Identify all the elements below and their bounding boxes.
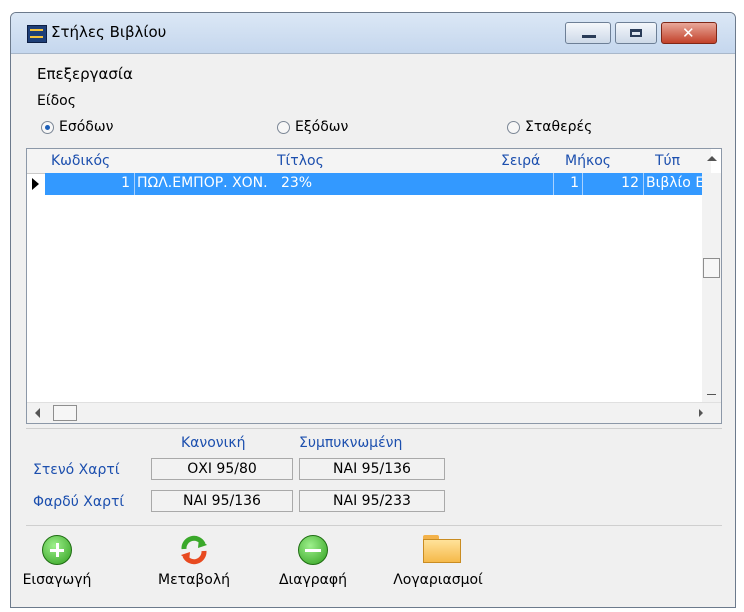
radio-income-label: Εσόδων — [59, 119, 114, 135]
modify-button[interactable]: Μεταβολή — [149, 535, 239, 588]
insert-button[interactable]: Εισαγωγή — [19, 535, 95, 588]
modify-label: Μεταβολή — [158, 572, 230, 588]
scroll-up-icon[interactable] — [707, 156, 717, 161]
type-group-label: Είδος — [37, 93, 76, 109]
close-icon: ✕ — [682, 24, 695, 42]
accounts-button[interactable]: Λογαριασμοί — [379, 535, 497, 588]
horizontal-scroll-thumb[interactable] — [53, 405, 77, 421]
minimize-button[interactable] — [565, 22, 611, 44]
column-header-code[interactable]: Κωδικός — [51, 153, 110, 169]
divider — [26, 428, 722, 429]
radio-fixed[interactable]: Σταθερές — [507, 119, 592, 135]
maximize-button[interactable] — [615, 22, 657, 44]
refresh-arrows-icon — [179, 535, 209, 565]
column-header-type[interactable]: Τύπ — [655, 153, 691, 169]
column-header-length[interactable]: Μήκος — [565, 153, 611, 169]
scroll-left-icon[interactable] — [35, 408, 40, 418]
format-row-wide: Φαρδύ Χαρτί — [33, 494, 125, 510]
vertical-scrollbar[interactable] — [702, 156, 721, 405]
horizontal-scrollbar[interactable] — [27, 402, 721, 423]
table-row[interactable]: 1 ΠΩΛ.ΕΜΠΟΡ. ΧΟΝ. 23% 1 12 Βιβλίο Εσ — [45, 173, 709, 195]
window-title: Στήλες Βιβλίου — [51, 23, 167, 41]
wide-normal-field[interactable]: ΝΑΙ 95/136 — [151, 490, 293, 512]
radio-unselected-icon — [277, 120, 290, 134]
radio-expenses[interactable]: Εξόδων — [277, 119, 348, 135]
maximize-icon — [630, 29, 642, 37]
title-bar[interactable]: Στήλες Βιβλίου ✕ — [11, 13, 735, 54]
cell-title: ΠΩΛ.ΕΜΠΟΡ. ΧΟΝ. 23% — [137, 175, 313, 191]
cell-length: 12 — [621, 175, 639, 191]
column-header-order[interactable]: Σειρά — [501, 153, 540, 169]
cell-code: 1 — [121, 175, 130, 191]
insert-label: Εισαγωγή — [22, 572, 92, 588]
radio-income[interactable]: Εσόδων — [41, 119, 113, 135]
radio-selected-icon — [41, 120, 54, 134]
plus-circle-icon — [42, 535, 72, 565]
cell-type: Βιβλίο Εσ — [646, 175, 709, 191]
format-col-compressed: Συμπυκνωμένη — [299, 435, 403, 451]
minus-circle-icon — [298, 535, 328, 565]
wide-compressed-field[interactable]: ΝΑΙ 95/233 — [299, 490, 445, 512]
radio-expenses-label: Εξόδων — [295, 119, 349, 135]
grid-header: Κωδικός Τίτλος Σειρά Μήκος Τύπ — [27, 149, 711, 174]
menu-edit[interactable]: Επεξεργασία — [37, 65, 133, 83]
folder-icon — [423, 535, 461, 565]
radio-unselected-icon — [507, 120, 520, 134]
app-icon — [27, 25, 47, 43]
divider — [26, 525, 722, 526]
cell-order: 1 — [570, 175, 579, 191]
scroll-right-icon[interactable] — [699, 409, 703, 417]
accounts-label: Λογαριασμοί — [393, 572, 483, 588]
radio-fixed-label: Σταθερές — [525, 119, 593, 135]
format-col-normal: Κανονική — [181, 435, 246, 451]
delete-label: Διαγραφή — [278, 572, 348, 588]
minimize-icon — [582, 35, 596, 38]
narrow-normal-field[interactable]: ΟΧΙ 95/80 — [151, 458, 293, 480]
format-row-narrow: Στενό Χαρτί — [33, 462, 120, 478]
scroll-down-icon[interactable] — [707, 394, 716, 395]
column-header-title[interactable]: Τίτλος — [277, 153, 324, 169]
columns-grid[interactable]: Κωδικός Τίτλος Σειρά Μήκος Τύπ 1 ΠΩΛ.ΕΜΠ… — [26, 148, 722, 424]
books-columns-window: Στήλες Βιβλίου ✕ Επεξεργασία Είδος Εσόδω… — [10, 12, 736, 608]
delete-button[interactable]: Διαγραφή — [271, 535, 355, 588]
vertical-scroll-thumb[interactable] — [703, 258, 720, 278]
current-row-pointer-icon — [32, 178, 39, 190]
narrow-compressed-field[interactable]: ΝΑΙ 95/136 — [299, 458, 445, 480]
close-button[interactable]: ✕ — [661, 22, 717, 44]
